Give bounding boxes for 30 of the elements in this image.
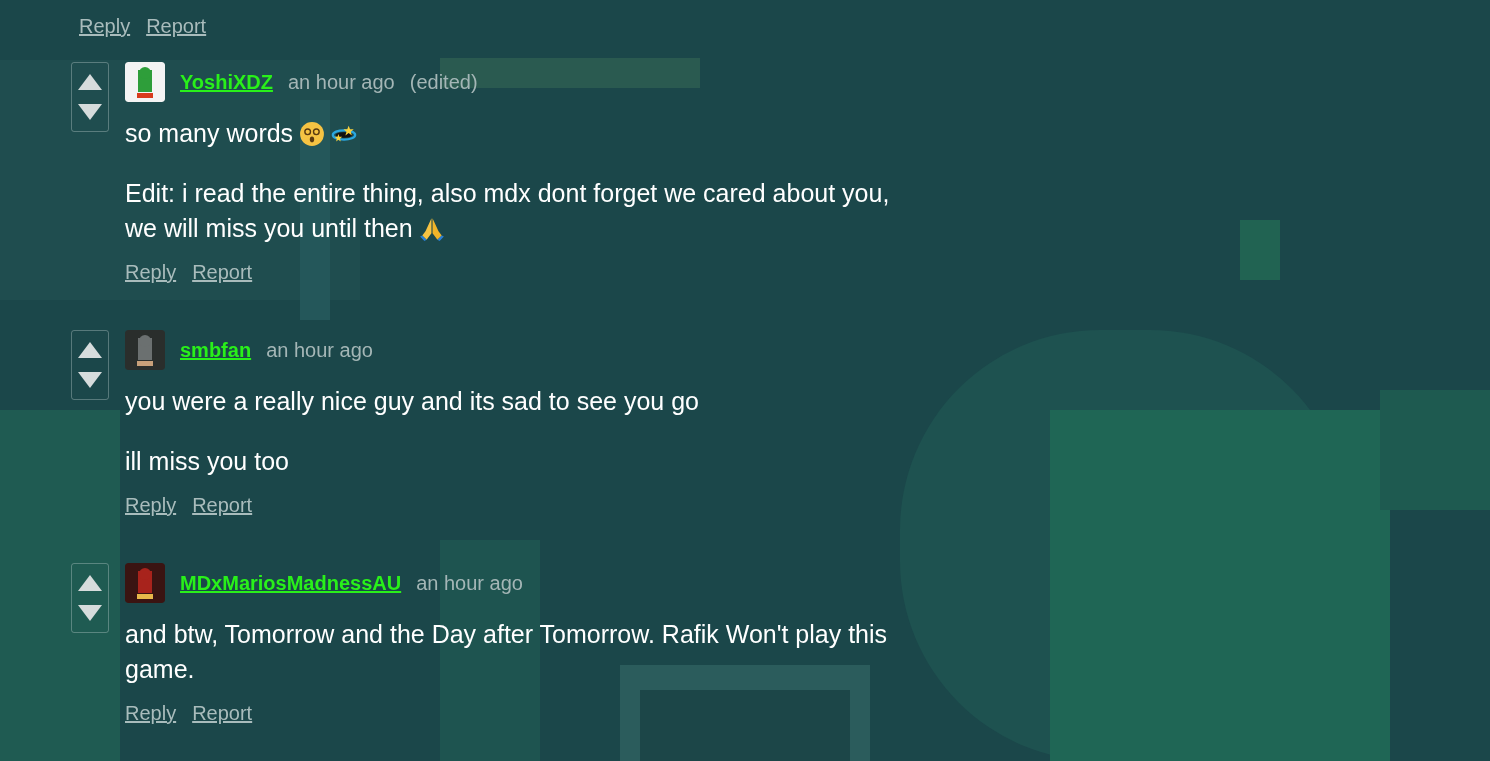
comment-action-link[interactable]: Report [192, 702, 253, 725]
upvote-button[interactable] [77, 73, 103, 91]
downvote-button[interactable] [77, 103, 103, 121]
comment-action-link[interactable]: Reply [79, 15, 131, 38]
dizzy-face-icon [299, 121, 326, 147]
timestamp: an hour ago [416, 571, 523, 595]
upvote-button[interactable] [77, 574, 103, 592]
avatar-image [125, 62, 165, 102]
downvote-button[interactable] [77, 371, 103, 389]
comment-text: so many words [125, 116, 895, 151]
comment-action-link[interactable]: Report [192, 261, 253, 284]
comment-text: Edit: i read the entire thing, also mdx dont forget we cared about you, we will miss you until then [125, 178, 891, 244]
comment-action-link[interactable]: Reply [125, 702, 177, 725]
comment-action-link[interactable]: Report [146, 15, 207, 38]
edited-label: (edited) [409, 70, 478, 94]
comment-action-link[interactable]: Report [192, 494, 253, 517]
comment-text: and btw, Tomorrow and the Day after Tomorrow. Rafik Won't play this game. [125, 619, 889, 685]
comment-text: ill miss you too [125, 446, 290, 477]
downvote-button[interactable] [77, 604, 103, 622]
timestamp: an hour ago [287, 70, 395, 94]
comment-action-link[interactable]: Reply [125, 494, 177, 517]
username-link[interactable]: YoshiXDZ [180, 70, 273, 94]
upvote-button[interactable] [77, 341, 103, 359]
avatar-image [125, 563, 165, 603]
timestamp: an hour ago [266, 338, 373, 362]
comment-action-link[interactable]: Reply [125, 261, 177, 284]
comment-text: you were a really nice guy and its sad to see you go [125, 386, 700, 417]
username-link[interactable]: MDxMariosMadnessAU [180, 571, 402, 595]
username-link[interactable]: smbfan [180, 338, 252, 362]
avatar-image [125, 330, 165, 370]
